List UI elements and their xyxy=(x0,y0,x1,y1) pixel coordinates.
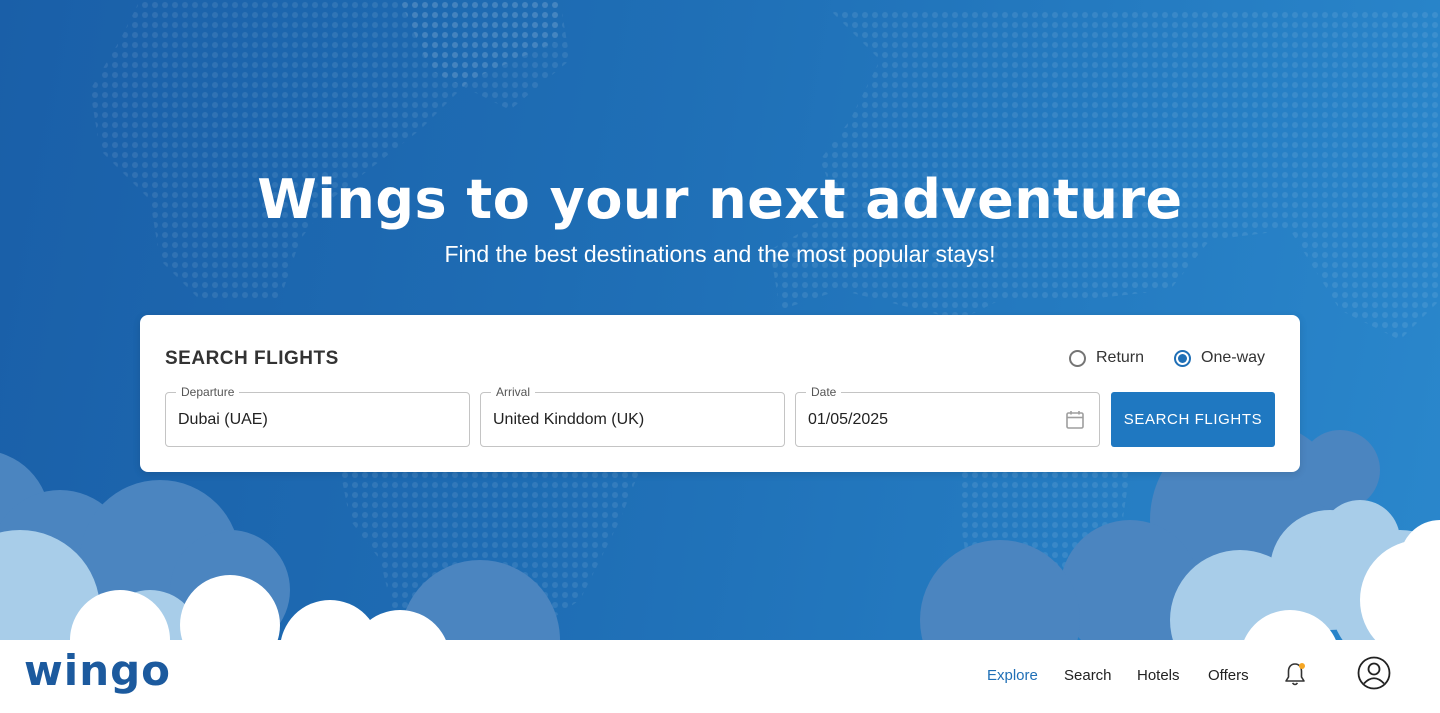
notification-dot xyxy=(1299,663,1305,669)
calendar-icon[interactable] xyxy=(1065,410,1085,430)
radio-return-circle[interactable] xyxy=(1069,349,1086,367)
radio-one-way-label: One-way xyxy=(1201,349,1266,366)
user-circle-icon[interactable] xyxy=(1357,656,1391,690)
bell-icon[interactable] xyxy=(1283,661,1307,687)
departure-label: Departure xyxy=(176,385,240,399)
wingo-logo[interactable]: wingo xyxy=(24,646,171,695)
nav-link-offers[interactable]: Offers xyxy=(1208,667,1249,684)
radio-return-label: Return xyxy=(1096,349,1145,366)
date-field[interactable]: Date 01/05/2025 xyxy=(795,385,1100,447)
hero-title: Wings to your next adventure xyxy=(257,168,1183,231)
date-value[interactable]: 01/05/2025 xyxy=(808,411,888,429)
arrival-value[interactable]: United Kinddom (UK) xyxy=(493,411,644,429)
departure-value[interactable]: Dubai (UAE) xyxy=(178,411,268,429)
hero-subtitle: Find the best destinations and the most … xyxy=(444,241,996,267)
search-flights-title: SEARCH FLIGHTS xyxy=(165,348,339,369)
nav-link-explore[interactable]: Explore xyxy=(987,667,1038,684)
radio-one-way[interactable]: One-way xyxy=(1174,349,1265,367)
radio-one-way-circle[interactable] xyxy=(1174,349,1191,367)
date-label: Date xyxy=(806,385,842,399)
departure-field[interactable]: Departure Dubai (UAE) xyxy=(165,385,470,447)
nav-link-hotels[interactable]: Hotels xyxy=(1137,667,1180,684)
radio-return[interactable]: Return xyxy=(1069,349,1144,367)
search-flights-card: SEARCH FLIGHTS Return One-way Departure … xyxy=(140,315,1300,472)
search-flights-button[interactable]: SEARCH FLIGHTS xyxy=(1111,392,1275,447)
arrival-label: Arrival xyxy=(491,385,536,399)
arrival-field[interactable]: Arrival United Kinddom (UK) xyxy=(480,385,785,447)
nav-link-search[interactable]: Search xyxy=(1064,667,1112,684)
